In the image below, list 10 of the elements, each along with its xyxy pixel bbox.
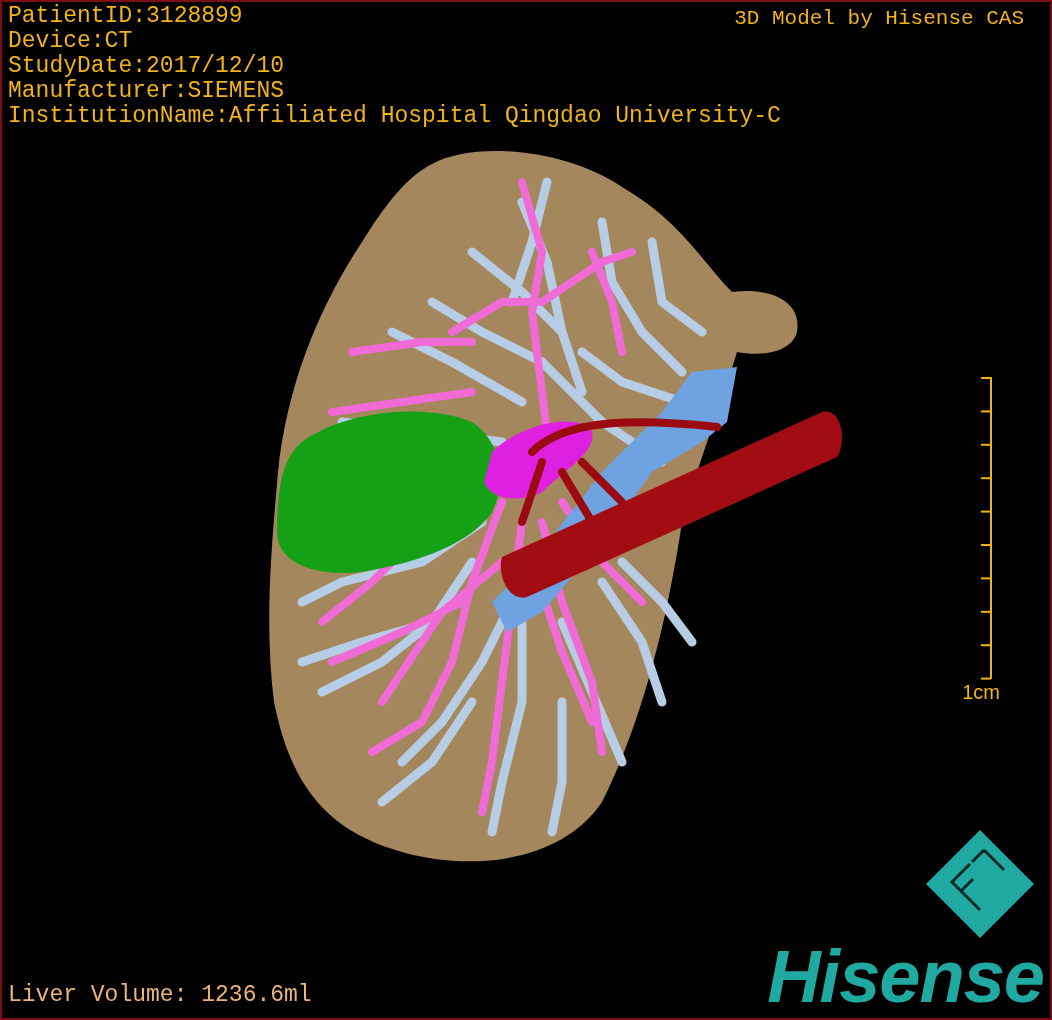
model-credit-text: 3D Model by Hisense CAS bbox=[734, 6, 1024, 31]
study-info-text: PatientID:3128899 bbox=[8, 4, 243, 29]
scale-label: 1cm bbox=[962, 680, 1000, 703]
logo-wordmark: Hisense bbox=[767, 940, 1044, 1014]
liver-volume-text: Liver Volume: 1236.6ml bbox=[8, 982, 312, 1008]
study-info-text: InstitutionName:Affiliated Hospital Qingdao University-C bbox=[8, 104, 781, 129]
study-info-text: StudyDate:2017/12/10 bbox=[8, 54, 285, 79]
logo-icon bbox=[924, 828, 1036, 940]
study-info-text: Manufacturer:SIEMENS bbox=[8, 79, 285, 104]
study-info-text: Device:CT bbox=[8, 29, 133, 54]
